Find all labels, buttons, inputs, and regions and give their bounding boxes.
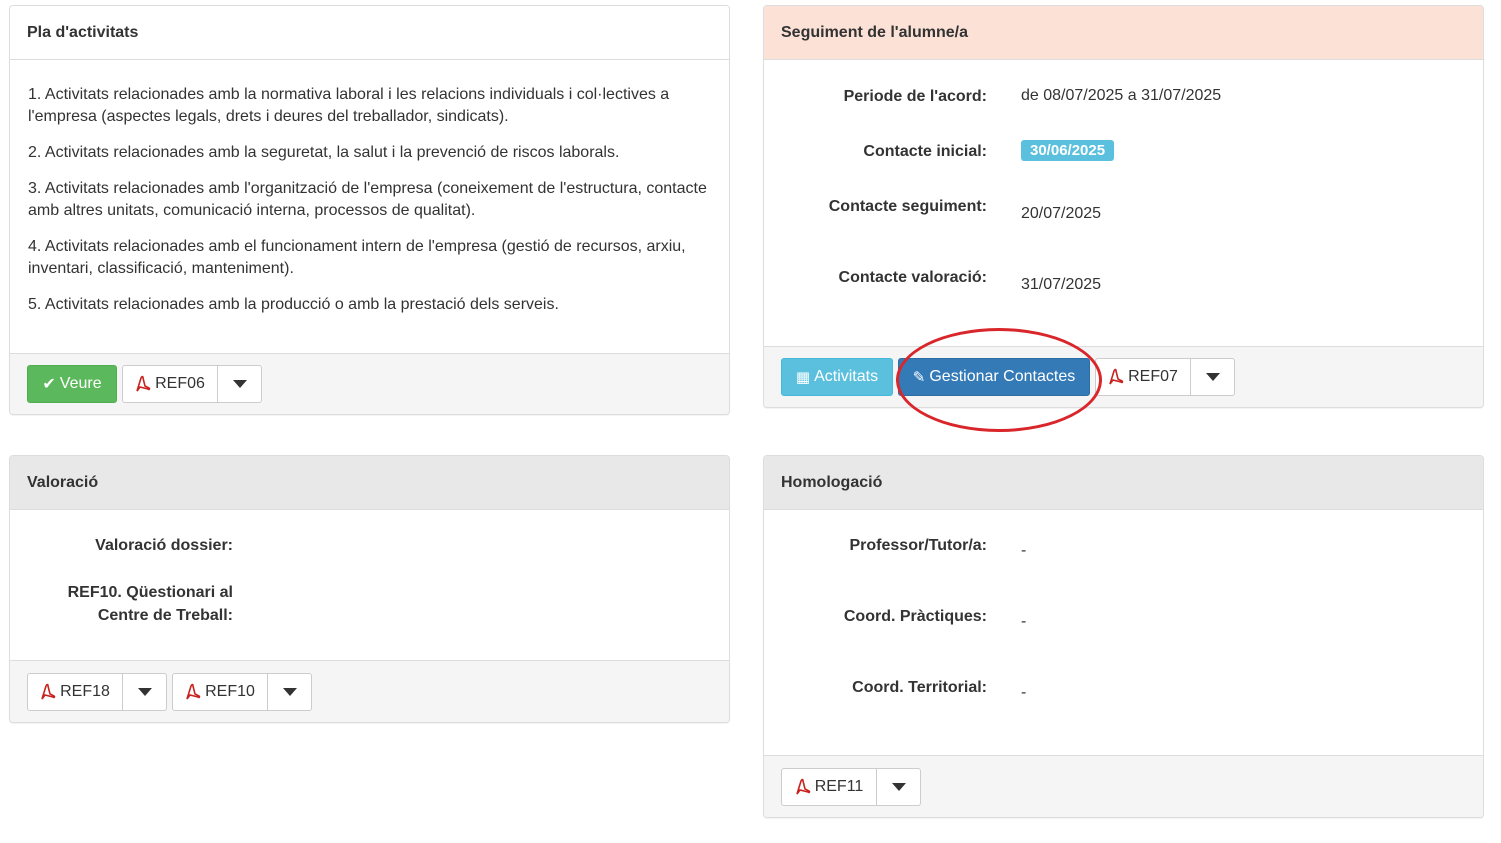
homologacio-panel: Homologació Professor/Tutor/a: - Coord. …	[763, 455, 1484, 818]
edit-icon: ✎	[912, 369, 926, 386]
calendar-icon: ▦	[795, 369, 811, 386]
seguiment-heading: Seguiment de l'alumne/a	[764, 6, 1483, 60]
ref06-label: REF06	[155, 375, 205, 392]
ref10-label: REF10	[205, 682, 255, 700]
ref11-button[interactable]: REF11	[781, 767, 877, 806]
caret-down-icon	[1205, 373, 1220, 381]
ref07-button-group: REF07	[1095, 358, 1235, 396]
activitats-label: Activitats	[814, 368, 879, 385]
pdf-icon	[1109, 368, 1124, 385]
caret-down-icon	[282, 687, 297, 696]
ref06-button-group: REF06	[122, 365, 262, 403]
ref07-dropdown-toggle[interactable]	[1191, 358, 1235, 396]
gestionar-contactes-button[interactable]: ✎ Gestionar Contactes	[898, 358, 1090, 396]
ref07-button[interactable]: REF07	[1095, 358, 1191, 396]
coord-territorial-label: Coord. Territorial:	[852, 679, 987, 696]
contacte-seguiment-label: Contacte seguiment:	[828, 198, 987, 215]
pdf-icon	[795, 778, 810, 794]
pdf-icon	[41, 683, 56, 699]
professor-tutor-value: -	[1021, 542, 1027, 559]
seguiment-footer: ▦ Activitats ✎ Gestionar Contactes REF07	[764, 346, 1483, 407]
ref10-dropdown-toggle[interactable]	[268, 672, 312, 711]
contacte-inicial-label: Contacte inicial:	[863, 143, 987, 160]
pdf-icon	[186, 683, 201, 699]
ref18-dropdown-toggle[interactable]	[123, 672, 167, 711]
activity-item: 5. Activitats relacionades amb la produc…	[28, 296, 559, 313]
ref11-button-group: REF11	[781, 767, 921, 806]
periode-label: Periode de l'acord:	[843, 88, 987, 105]
activity-item: 1. Activitats relacionades amb la normat…	[28, 86, 670, 125]
pla-activitats-panel: Pla d'activitats 1. Activitats relaciona…	[9, 5, 730, 415]
pdf-icon	[136, 375, 151, 392]
contacte-inicial-badge: 30/06/2025	[1021, 140, 1115, 161]
coord-practiques-label: Coord. Pràctiques:	[843, 608, 987, 625]
ref11-dropdown-toggle[interactable]	[877, 767, 921, 806]
ref10-button[interactable]: REF10	[172, 672, 268, 711]
homologacio-heading: Homologació	[764, 456, 1483, 510]
activitats-button[interactable]: ▦ Activitats	[781, 358, 893, 396]
veure-label: Veure	[59, 375, 102, 392]
ref11-label: REF11	[814, 777, 864, 795]
coord-territorial-value: -	[1021, 684, 1027, 701]
ref18-button-group: REF18	[27, 672, 167, 711]
ref10-button-group: REF10	[172, 672, 312, 711]
valoracio-panel: Valoració Valoració dossier: REF10. Qües…	[9, 455, 730, 723]
ref06-dropdown-toggle[interactable]	[218, 365, 262, 403]
seguiment-panel: Seguiment de l'alumne/a Periode de l'aco…	[763, 5, 1484, 408]
activity-item: 2. Activitats relacionades amb la segure…	[28, 144, 620, 161]
gestionar-contactes-label: Gestionar Contactes	[929, 368, 1076, 385]
contacte-seguiment-value: 20/07/2025	[1021, 205, 1102, 222]
pla-activitats-heading: Pla d'activitats	[10, 6, 729, 60]
contacte-valoracio-value: 31/07/2025	[1021, 276, 1102, 293]
contacte-valoracio-label: Contacte valoració:	[838, 269, 987, 286]
activities-list: 1. Activitats relacionades amb la normat…	[10, 60, 729, 316]
activity-item: 4. Activitats relacionades amb el funcio…	[28, 238, 686, 277]
pla-activitats-footer: ✔ Veure REF06	[10, 353, 729, 414]
coord-practiques-value: -	[1021, 613, 1027, 630]
ref10-questionari-label-line2: Centre de Treball:	[97, 607, 233, 624]
homologacio-footer: REF11	[764, 755, 1483, 817]
veure-button[interactable]: ✔ Veure	[27, 365, 117, 403]
caret-down-icon	[232, 380, 247, 388]
ref10-questionari-label-line1: REF10. Qüestionari al	[67, 584, 233, 601]
valoracio-heading: Valoració	[10, 456, 729, 510]
periode-value: de 08/07/2025 a 31/07/2025	[1021, 87, 1222, 104]
activity-item: 3. Activitats relacionades amb l'organit…	[28, 180, 707, 219]
professor-tutor-label: Professor/Tutor/a:	[849, 537, 988, 554]
valoracio-footer: REF18 REF10	[10, 660, 729, 722]
caret-down-icon	[137, 687, 152, 696]
ref06-button[interactable]: REF06	[122, 365, 218, 403]
ref07-label: REF07	[1128, 368, 1178, 385]
check-icon: ✔	[42, 376, 56, 393]
valoracio-dossier-label: Valoració dossier:	[95, 537, 233, 554]
ref18-label: REF18	[60, 682, 110, 700]
caret-down-icon	[891, 782, 906, 791]
ref18-button[interactable]: REF18	[27, 672, 123, 711]
